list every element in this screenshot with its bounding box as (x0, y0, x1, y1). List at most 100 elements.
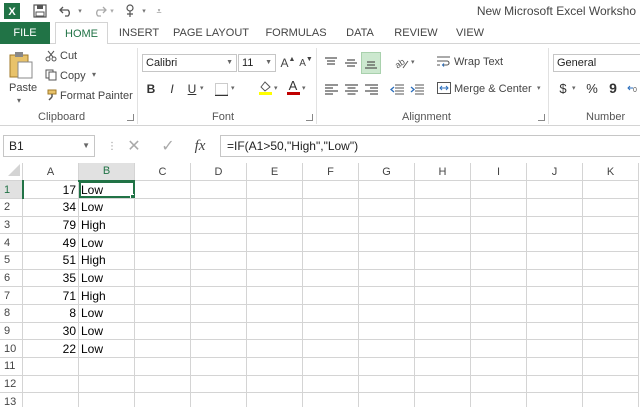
cell-empty[interactable] (414, 357, 471, 376)
cell-empty[interactable] (582, 304, 639, 323)
cell-empty[interactable] (190, 304, 247, 323)
cell-empty[interactable] (470, 216, 527, 235)
cell-empty[interactable] (302, 304, 359, 323)
orientation-icon[interactable]: ab (392, 54, 410, 72)
increase-indent-icon[interactable] (408, 81, 426, 97)
cell-empty[interactable] (414, 216, 471, 235)
row-header[interactable]: 1 (0, 180, 24, 199)
cell-empty[interactable] (302, 233, 359, 252)
cell-empty[interactable] (582, 286, 639, 305)
row-header[interactable]: 8 (0, 304, 23, 323)
cell-empty[interactable] (190, 392, 247, 407)
decrease-indent-icon[interactable] (388, 81, 406, 97)
tab-formulas[interactable]: FORMULAS (262, 22, 330, 44)
fill-handle[interactable] (130, 193, 134, 198)
cell-b[interactable]: Low (78, 269, 135, 288)
cell-empty[interactable] (582, 322, 639, 341)
cell-b[interactable]: Low (78, 304, 135, 323)
underline-button[interactable]: U (185, 81, 199, 97)
row-header[interactable]: 7 (0, 286, 23, 305)
font-color-dropdown-icon[interactable]: ▾ (302, 84, 306, 92)
cell-empty[interactable] (526, 251, 583, 270)
cell-empty[interactable] (526, 339, 583, 359)
cell-empty[interactable] (134, 286, 191, 305)
cell-empty[interactable] (470, 322, 527, 341)
cell-empty[interactable] (414, 286, 471, 305)
cell-empty[interactable] (190, 180, 247, 199)
cell-empty[interactable] (470, 304, 527, 323)
column-header-k[interactable]: K (582, 163, 639, 182)
cell-empty[interactable] (246, 357, 303, 376)
cell-a[interactable]: 51 (22, 251, 79, 270)
font-size-select[interactable]: 11 ▼ (238, 54, 276, 72)
cell-empty[interactable] (246, 198, 303, 217)
cell-empty[interactable] (358, 269, 415, 288)
column-header-j[interactable]: J (526, 163, 583, 182)
redo-icon[interactable] (92, 3, 108, 19)
cell-empty[interactable] (134, 251, 191, 270)
cell-empty[interactable] (526, 375, 583, 394)
cell-empty[interactable] (302, 357, 359, 376)
cell-empty[interactable] (190, 216, 247, 235)
tab-view[interactable]: VIEW (450, 22, 490, 44)
column-header-g[interactable]: G (358, 163, 415, 182)
cell-b[interactable]: High (78, 286, 135, 305)
row-header[interactable]: 12 (0, 375, 23, 394)
cell-empty[interactable] (246, 339, 303, 359)
cell-b[interactable]: High (78, 216, 135, 235)
column-header-f[interactable]: F (302, 163, 359, 182)
cell-b[interactable]: Low (78, 198, 135, 217)
cell-empty[interactable] (358, 339, 415, 359)
cell-empty[interactable] (358, 304, 415, 323)
cell-empty[interactable] (302, 180, 359, 199)
align-right-icon[interactable] (362, 81, 380, 97)
cell-b[interactable] (78, 375, 135, 394)
cell-empty[interactable] (302, 216, 359, 235)
cell-a[interactable] (22, 392, 79, 407)
row-header[interactable]: 6 (0, 269, 23, 288)
column-header-b[interactable]: B (78, 163, 135, 182)
column-header-c[interactable]: C (134, 163, 191, 182)
cell-empty[interactable] (526, 357, 583, 376)
cell-empty[interactable] (414, 180, 471, 199)
cell-empty[interactable] (414, 322, 471, 341)
cell-empty[interactable] (526, 216, 583, 235)
cell-empty[interactable] (190, 286, 247, 305)
tab-file[interactable]: FILE (0, 22, 50, 44)
cell-empty[interactable] (470, 233, 527, 252)
cell-empty[interactable] (302, 322, 359, 341)
wrap-text-button[interactable]: Wrap Text (454, 56, 503, 68)
merge-center-icon[interactable] (436, 80, 452, 96)
align-center-icon[interactable] (342, 81, 360, 97)
cell-empty[interactable] (526, 198, 583, 217)
cell-empty[interactable] (358, 286, 415, 305)
select-all-corner[interactable] (0, 163, 23, 182)
tab-home[interactable]: HOME (55, 22, 108, 45)
cell-empty[interactable] (358, 392, 415, 407)
clipboard-launcher-icon[interactable] (127, 114, 134, 121)
cell-empty[interactable] (134, 269, 191, 288)
cell-empty[interactable] (470, 251, 527, 270)
font-color-button[interactable]: A (286, 78, 300, 96)
tab-insert[interactable]: INSERT (113, 22, 165, 44)
customize-toolbar-icon[interactable]: ⩡ (154, 3, 164, 19)
cell-empty[interactable] (302, 286, 359, 305)
cell-empty[interactable] (470, 357, 527, 376)
save-icon[interactable] (32, 3, 48, 19)
italic-button[interactable]: I (165, 81, 179, 97)
borders-icon[interactable] (213, 81, 229, 97)
currency-dropdown-icon[interactable]: ▾ (572, 84, 576, 92)
copy-button[interactable]: Copy (60, 70, 86, 82)
cell-empty[interactable] (190, 322, 247, 341)
cell-b[interactable] (78, 392, 135, 407)
cell-empty[interactable] (414, 375, 471, 394)
touch-dropdown-icon[interactable]: ▾ (140, 3, 148, 19)
paste-button[interactable]: Paste (9, 82, 37, 94)
cell-empty[interactable] (582, 339, 639, 359)
cell-a[interactable]: 35 (22, 269, 79, 288)
cell-empty[interactable] (302, 269, 359, 288)
borders-dropdown-icon[interactable]: ▾ (231, 84, 235, 92)
cell-empty[interactable] (134, 198, 191, 217)
format-painter-button[interactable]: Format Painter (60, 90, 133, 102)
cell-b[interactable]: Low (78, 339, 135, 359)
